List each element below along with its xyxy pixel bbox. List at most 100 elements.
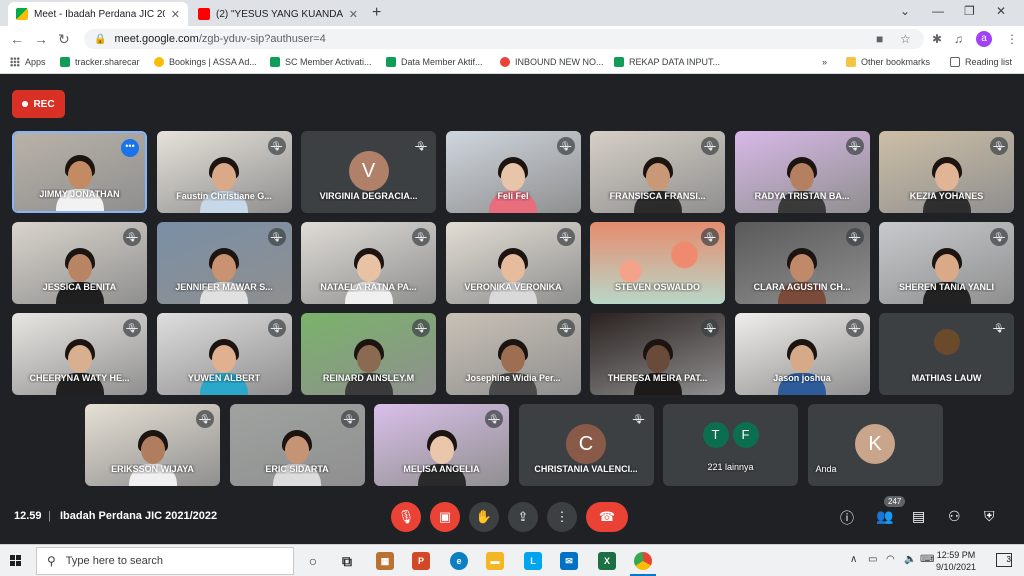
cortana-icon[interactable]: ○	[304, 552, 322, 570]
activities-icon[interactable]: ⚇	[948, 508, 961, 525]
camera-off-button[interactable]: ▣	[430, 502, 460, 532]
participant-tile[interactable]: 🎙 RADYA TRISTAN BA...	[734, 131, 870, 213]
store-icon[interactable]: ▦	[376, 552, 394, 570]
participant-name: VERONIKA VERONIKA	[464, 282, 562, 292]
mic-muted-icon: 🎙	[990, 137, 1008, 155]
volume-icon[interactable]: 🔈	[904, 554, 916, 565]
media-icon[interactable]: ♫	[954, 32, 963, 46]
host-controls-icon[interactable]: ⛨	[984, 508, 995, 525]
chat-icon[interactable]: ▤	[912, 508, 925, 525]
close-tab-icon[interactable]: ✕	[171, 8, 180, 21]
participant-tile[interactable]: 🎙 SHEREN TANIA YANLI	[879, 222, 1014, 304]
participant-tile[interactable]: 🎙 STEVEN OSWALDO	[590, 222, 725, 304]
youtube-favicon-icon	[198, 8, 210, 20]
edge-icon[interactable]: e	[450, 552, 468, 570]
forward-icon[interactable]: →	[34, 31, 48, 47]
minimize-icon[interactable]: —	[932, 4, 944, 18]
taskbar-search-input[interactable]: ⚲ Type here to search	[36, 547, 294, 575]
mic-muted-icon: 🎙	[701, 137, 719, 155]
participant-tile[interactable]: 🎙 JENNIFER MAWAR S...	[156, 222, 292, 304]
taskbar-clock[interactable]: 12:59 PM 9/10/2021	[936, 549, 976, 573]
tab-search-icon[interactable]: ⌄	[900, 4, 910, 18]
chrome-icon[interactable]	[634, 552, 652, 570]
star-icon[interactable]: ☆	[900, 32, 911, 46]
person-silhouette	[633, 155, 682, 213]
participant-avatar	[933, 329, 960, 355]
participant-tile[interactable]: 🎙 REINARD AINSLEY.M	[301, 313, 436, 395]
participant-tile[interactable]: 🎙 NATAELA RATNA PA...	[301, 222, 436, 304]
participant-tile[interactable]: 🎙 VERONIKA VERONIKA	[445, 222, 581, 304]
mic-muted-icon: 🎙	[267, 319, 286, 337]
tray-overflow-icon[interactable]: ∧	[850, 554, 857, 565]
participant-tile[interactable]: 🎙 YUWEN ALBERT	[156, 313, 292, 395]
person-silhouette	[55, 337, 104, 395]
profile-avatar[interactable]: a	[976, 31, 992, 47]
other-bookmarks[interactable]: Other bookmarks	[846, 57, 930, 67]
participant-tile[interactable]: 🎙 THERESA MEIRA PAT...	[590, 313, 725, 395]
participant-tile[interactable]: 🎙 KEZIA YOHANES	[879, 131, 1014, 213]
bookmark-item[interactable]: SC Member Activati...	[270, 57, 372, 67]
close-tab-icon[interactable]: ✕	[349, 8, 358, 21]
reading-list[interactable]: Reading list	[950, 57, 1012, 67]
participant-tile[interactable]: 🎙 MELISA ANGELIA	[374, 404, 509, 486]
bookmark-apps[interactable]: Apps	[10, 57, 46, 67]
restore-icon[interactable]: ❐	[964, 4, 975, 18]
windows-start-icon[interactable]	[10, 555, 22, 567]
participant-tile[interactable]: 🎙 Feli Fel	[445, 131, 581, 213]
person-silhouette	[489, 246, 537, 304]
menu-icon[interactable]: ⋮	[1006, 32, 1018, 46]
tab-youtube[interactable]: (2) "YESUS YANG KUANDALKAN" ✕	[190, 2, 366, 26]
participant-tile[interactable]: 🎙 CHEERYNA WATY HE...	[12, 313, 147, 395]
participant-tile[interactable]: 🎙 JESSICA BENITA	[12, 222, 147, 304]
tile-options-icon[interactable]: •••	[121, 139, 139, 157]
battery-icon[interactable]: ▭	[868, 554, 877, 565]
bookmark-item[interactable]: Bookings | ASSA Ad...	[154, 57, 257, 67]
input-method-icon[interactable]: ⌨	[920, 554, 934, 565]
participant-tile[interactable]: 🎙 ERIKSSON WIJAYA	[85, 404, 220, 486]
camera-icon[interactable]: ■	[876, 32, 883, 46]
bookmark-item[interactable]: tracker.sharecar	[60, 57, 140, 67]
participant-tile[interactable]: 🎙 MATHIAS LAUW	[879, 313, 1014, 395]
participant-tile[interactable]: T F 221 lainnya	[663, 404, 798, 486]
participant-tile[interactable]: 🎙 FRANSISCA FRANSI...	[590, 131, 725, 213]
participant-tile[interactable]: 🎙 CLARA AGUSTIN CH...	[734, 222, 870, 304]
raise-hand-button[interactable]: ✋	[469, 502, 499, 532]
participant-tile[interactable]: V 🎙 VIRGINIA DEGRACIA...	[301, 131, 436, 213]
bookmark-item[interactable]: REKAP DATA INPUT...	[614, 57, 720, 67]
url-field[interactable]: 🔒 meet.google.com /zgb-yduv-sip?authuser…	[84, 29, 924, 49]
mic-off-button[interactable]: 🎙	[391, 502, 421, 532]
notifications-icon[interactable]: 3	[996, 553, 1012, 567]
excel-icon[interactable]: X	[598, 552, 616, 570]
file-explorer-icon[interactable]: ▬	[486, 552, 504, 570]
reload-icon[interactable]: ↻	[58, 31, 70, 48]
participant-tile[interactable]: 🎙 ERIC SIDARTA	[229, 404, 365, 486]
bookmark-item[interactable]: Data Member Aktif...	[386, 57, 483, 67]
participant-tile[interactable]: 🎙 Jason joshua	[734, 313, 870, 395]
wifi-icon[interactable]: ◠	[886, 554, 895, 565]
extensions-icon[interactable]: ✱	[932, 32, 942, 46]
participant-name: Feli Fel	[497, 191, 529, 201]
bookmark-item[interactable]: INBOUND NEW NO...	[500, 57, 604, 67]
powerpoint-icon[interactable]: P	[412, 552, 430, 570]
more-options-button[interactable]: ⋮	[547, 502, 577, 532]
new-tab-button[interactable]: +	[372, 4, 381, 22]
participant-tile[interactable]: 🎙 Faustin Christiane G...	[156, 131, 292, 213]
back-icon[interactable]: ←	[10, 31, 24, 47]
sheets-icon	[270, 57, 280, 67]
participant-tile[interactable]: ••• JIMMY JONATHAN	[12, 131, 147, 213]
bookmarks-overflow[interactable]: »	[822, 57, 827, 67]
participant-tile[interactable]: C 🎙 CHRISTANIA VALENCI...	[518, 404, 654, 486]
app-l-icon[interactable]: L	[524, 552, 542, 570]
mail-icon[interactable]: ✉	[560, 552, 578, 570]
task-view-icon[interactable]: ⧉	[338, 552, 356, 570]
mic-muted-icon: 🎙	[485, 410, 503, 428]
present-button[interactable]: ⇪	[508, 502, 538, 532]
people-icon[interactable]: 👥	[876, 508, 893, 525]
leave-call-button[interactable]: ☎	[586, 502, 628, 532]
participant-tile[interactable]: K Anda	[807, 404, 943, 486]
tab-meet[interactable]: Meet - Ibadah Perdana JIC 2021/2022 ✕	[8, 2, 188, 26]
info-icon[interactable]: ⓘ	[840, 508, 854, 528]
record-dot-icon	[22, 101, 29, 107]
close-window-icon[interactable]: ✕	[996, 4, 1006, 18]
participant-tile[interactable]: 🎙 Josephine Widia Per...	[445, 313, 581, 395]
